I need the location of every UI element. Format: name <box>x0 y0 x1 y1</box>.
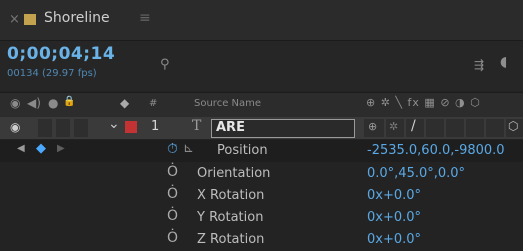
frame-count-fps: 00134 (29.97 fps) <box>7 68 97 79</box>
property-value-x-rotation[interactable]: 0x+0.0° <box>367 188 421 203</box>
layer-twirl-chevron-icon[interactable]: ⌄ <box>108 116 120 132</box>
source-name-column-header[interactable]: Source Name <box>194 98 261 109</box>
add-keyframe-icon[interactable]: ◆ <box>36 141 46 156</box>
layer-lock-switch[interactable] <box>74 119 88 137</box>
shy-switch-icon: ⊕ <box>368 120 378 133</box>
search-input[interactable] <box>151 55 451 77</box>
text-layer-icon: T <box>192 118 202 134</box>
graph-icon[interactable]: ⊾ <box>183 141 194 156</box>
collapse-switch-icon: ✲ <box>389 120 399 133</box>
label-column-icon: ◆ <box>120 96 130 110</box>
next-keyframe-icon[interactable]: ▶ <box>57 143 65 154</box>
solo-column-icon: ● <box>48 96 59 110</box>
video-column-icon: ◉ <box>10 96 21 110</box>
layer-visibility-eye-icon[interactable]: ◉ <box>10 120 20 134</box>
stopwatch-icon[interactable]: Ȯ <box>167 230 178 246</box>
panel-menu-icon[interactable]: ≡ <box>139 10 151 26</box>
composition-color-swatch <box>24 14 36 25</box>
stopwatch-icon[interactable]: Ȯ <box>167 186 178 202</box>
stopwatch-icon[interactable]: Ȯ <box>167 164 178 180</box>
property-name-position: Position <box>217 143 268 158</box>
motion-blur-switch[interactable] <box>466 119 484 137</box>
property-name-x-rotation: X Rotation <box>197 188 265 203</box>
property-value-z-rotation[interactable]: 0x+0.0° <box>367 232 421 247</box>
composition-flowchart-icon[interactable]: ⇶ <box>474 58 484 72</box>
frame-blend-switch[interactable] <box>446 119 464 137</box>
layer-number-column-icon: # <box>149 98 158 109</box>
layer-label-color[interactable] <box>125 121 137 133</box>
audio-column-icon: ◀) <box>27 96 41 110</box>
motion-blur-toggle-icon[interactable]: ◖ <box>500 54 507 70</box>
layer-name-text: ARE <box>216 120 245 135</box>
layer-solo-switch[interactable] <box>56 119 70 137</box>
property-name-z-rotation: Z Rotation <box>197 232 265 247</box>
effect-switch[interactable] <box>426 119 444 137</box>
stopwatch-active-icon[interactable]: ⏱ <box>167 141 178 157</box>
search-icon[interactable]: ⚲ <box>160 57 170 72</box>
layer-audio-switch[interactable] <box>38 119 52 137</box>
previous-keyframe-icon[interactable]: ◀ <box>17 143 25 154</box>
current-time-display[interactable]: 0;00;04;14 <box>7 44 115 64</box>
property-value-position[interactable]: -2535.0,60.0,-9800.0 <box>367 143 505 158</box>
quality-switch-icon: / <box>411 118 416 134</box>
property-name-orientation: Orientation <box>197 166 271 181</box>
3d-layer-icon: ⬡ <box>508 119 519 133</box>
property-name-y-rotation: Y Rotation <box>197 210 264 225</box>
layer-number: 1 <box>151 119 160 134</box>
lock-column-icon: 🔒 <box>63 96 76 107</box>
adjustment-switch[interactable] <box>486 119 504 137</box>
switches-column-icons: ⊕ ✲ ╲ fx ▦ ⊘ ◑ ⬡ <box>366 96 481 109</box>
stopwatch-icon[interactable]: Ȯ <box>167 208 178 224</box>
property-value-y-rotation[interactable]: 0x+0.0° <box>367 210 421 225</box>
composition-tab-title[interactable]: Shoreline <box>44 10 110 26</box>
property-value-orientation[interactable]: 0.0°,45.0°,0.0° <box>367 166 465 181</box>
close-tab-icon[interactable]: × <box>9 12 20 27</box>
